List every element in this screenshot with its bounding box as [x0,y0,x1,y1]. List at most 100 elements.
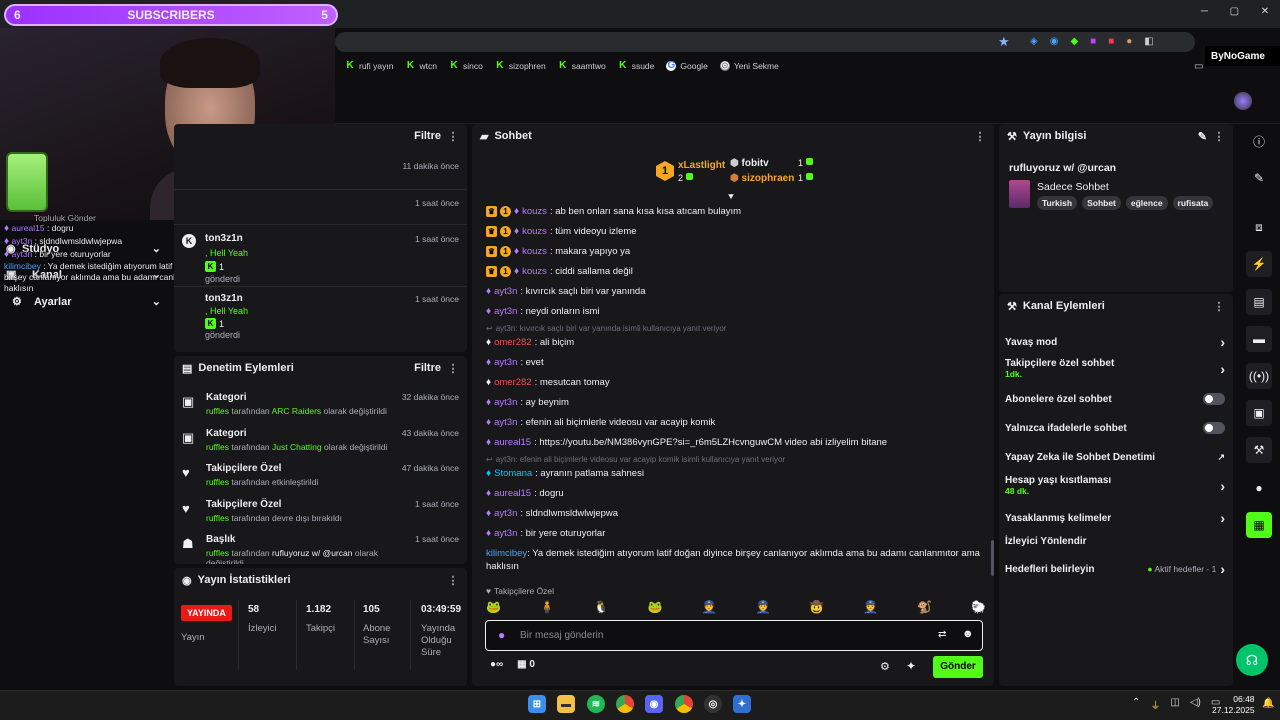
community-icon[interactable]: ● [1246,475,1272,501]
tag[interactable]: Sohbet [1082,196,1121,210]
bookmark-item[interactable]: Ksizophren [494,61,546,71]
more-icon[interactable]: ⋮ [447,130,459,143]
emote-icon[interactable]: 👮 [863,600,878,614]
subscribers-only-toggle[interactable] [1203,393,1225,405]
folder-icon[interactable]: ▭ [1194,61,1203,72]
chrome-icon[interactable] [616,695,634,713]
emote-only-toggle[interactable] [1203,422,1225,434]
crop-icon[interactable]: ⧈ [1246,214,1272,240]
lightning-icon[interactable]: ⚡ [1246,251,1272,277]
more-icon[interactable]: ⋮ [1213,300,1225,313]
chevron-up-icon[interactable]: ⌃ [1132,697,1140,712]
second-name[interactable]: ⬢ fobitv [730,158,769,169]
raid-row[interactable]: İzleyici Yönlendir [1005,536,1225,547]
activity-item: ton3z1n , Hell Yeah K1 gönderdi 1 saat ö… [182,292,459,350]
translate-icon[interactable]: ⇄ [938,629,946,640]
more-icon[interactable]: ⋮ [974,130,986,143]
bookmark-item[interactable]: Ksinco [448,61,483,71]
emote-icon[interactable]: 🐸 [648,600,663,614]
more-icon[interactable]: ⋮ [447,574,459,587]
chat-icon[interactable]: ▬ [1246,326,1272,352]
profile-badge[interactable]: ByNoGame [1205,46,1280,66]
emote-icon[interactable]: 👮 [702,600,717,614]
more-icon[interactable]: ⋮ [447,362,459,375]
emote-icon[interactable]: 👮 [755,600,770,614]
puzzle-icon[interactable]: ◧ [1144,36,1153,47]
volume-icon[interactable]: ◁) [1190,697,1201,712]
user-avatar[interactable] [1234,92,1252,110]
expand-icon[interactable]: ⯆ [727,192,735,203]
tag[interactable]: rufisata [1172,196,1214,210]
chrome-icon[interactable] [675,695,693,713]
ai-moderation-row[interactable]: Yapay Zeka ile Sohbet Denetimi ↗ [1005,452,1225,463]
banned-words-row[interactable]: Yasaklanmış kelimeler › [1005,510,1225,526]
more-icon[interactable]: ⋮ [1213,130,1225,143]
settings-gear-icon[interactable]: ⚙ [880,660,890,673]
tag[interactable]: eğlence [1125,196,1168,210]
audit-filter-button[interactable]: Filtre [414,362,441,374]
tag[interactable]: Turkish [1037,196,1078,210]
support-button[interactable]: ☊ [1236,644,1268,676]
network-icon[interactable]: ◫ [1170,697,1179,712]
extension-icon[interactable]: ◆ [1070,36,1078,47]
kick-icon: K [182,234,196,248]
bookmark-item[interactable]: Ksaamtwo [557,61,606,71]
extension-icon[interactable]: ■ [1090,36,1096,47]
bookmark-item[interactable]: ◎ Yeni Sekme [719,61,779,71]
bookmark-item[interactable]: Kssude [617,61,654,71]
activity-filter-button[interactable]: Filtre [414,130,441,142]
nav-item-settings[interactable]: ⚙ Ayarlar ⌄ [12,295,161,309]
spotify-icon[interactable]: ≋ [587,695,605,713]
app-icon[interactable]: ▦ [1246,512,1272,538]
category-name: Sadece Sohbet [1037,181,1109,193]
emote-icon[interactable]: 🐧 [594,600,609,614]
emoji-icon[interactable]: ☻ [962,628,974,640]
points-counter[interactable]: ▦ 0 [517,659,535,670]
slow-mode-row[interactable]: Yavaş mod › [1005,334,1225,350]
third-name[interactable]: ⬢ sizophraen [730,173,794,184]
document-icon[interactable]: ▤ [1246,289,1272,315]
bookmark-item[interactable]: Krufi yayın [345,61,394,71]
layout-icon[interactable]: ▣ [1246,400,1272,426]
emote-icon[interactable]: 🐸 [486,600,501,614]
bookmark-item[interactable]: G Google [666,61,708,71]
emote-icon[interactable]: 🐑 [971,600,986,614]
maximize-button[interactable]: ▢ [1230,6,1239,22]
emote-icon[interactable]: 🧍 [540,600,555,614]
broadcast-icon[interactable]: ((•)) [1246,363,1272,389]
file-explorer-icon[interactable]: ▬ [557,695,575,713]
chat-link[interactable]: : https://youtu.be/NM386vynGPE?si=_r6m5L… [534,437,887,448]
extension-icon[interactable]: ■ [1108,36,1114,47]
discord-icon[interactable]: ◉ [645,695,663,713]
wrench-icon[interactable]: ⚒ [1246,437,1272,463]
microphone-icon[interactable]: ⏚ [1150,697,1160,712]
pencil-icon[interactable]: ✎ [1246,165,1272,191]
chat-scrollbar[interactable] [991,540,994,576]
emote-icon[interactable]: 🤠 [809,600,824,614]
notification-icon[interactable]: 🔔 [1262,698,1274,709]
extension-icon[interactable]: ◉ [1050,36,1059,47]
extension-icon[interactable]: ● [1126,36,1132,47]
info-icon[interactable]: ⓘ [1246,128,1272,154]
leader-name[interactable]: xLastlight [678,160,725,171]
goals-row[interactable]: Hedefleri belirleyin ● Aktif hedefler - 1… [1005,561,1225,577]
send-button[interactable]: Gönder [933,656,983,678]
followers-only-row[interactable]: Takipçilere özel sohbet 1dk. › [1005,358,1225,379]
chevron-right-icon: › [1220,334,1225,350]
close-button[interactable]: ✕ [1261,6,1269,22]
community-icon[interactable]: ●∞ [490,659,503,670]
minimize-button[interactable]: ─ [1201,6,1208,22]
chat-input[interactable]: ● Bir mesaj gönderin ⇄ ☻ [485,620,983,651]
mod-tools-icon[interactable]: ✦ [906,659,916,673]
edit-icon[interactable]: ✎ [1198,130,1207,143]
microphone-icon[interactable]: ● [498,628,505,642]
windows-start-icon[interactable]: ⊞ [528,695,546,713]
emote-icon[interactable]: 🐒 [917,600,932,614]
taskbar-clock[interactable]: 06:48 27.12.2025 [1212,694,1255,716]
star-icon[interactable]: ★ [998,34,1010,50]
obs-icon[interactable]: ◎ [704,695,722,713]
extension-icon[interactable]: ◈ [1030,36,1038,47]
app-icon[interactable]: ✦ [733,695,751,713]
account-age-row[interactable]: Hesap yaşı kısıtlaması 48 dk. › [1005,475,1225,496]
bookmark-item[interactable]: Kwtcn [405,61,437,71]
